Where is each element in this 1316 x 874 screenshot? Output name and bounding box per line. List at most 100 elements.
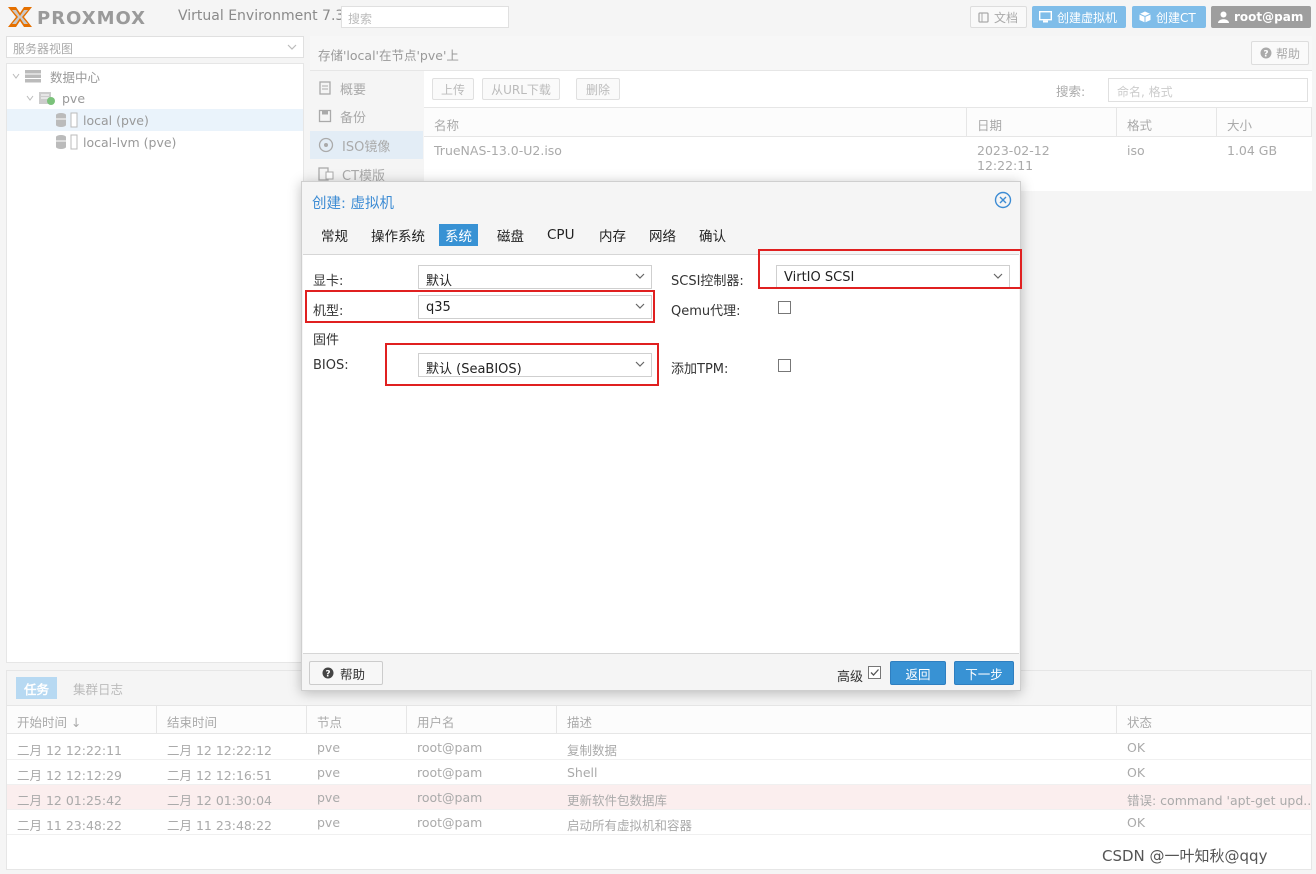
upload-button[interactable]: 上传 [432, 78, 474, 100]
user-menu-button[interactable]: root@pam [1211, 6, 1311, 28]
floppy-icon [318, 109, 332, 123]
advanced-checkbox[interactable] [868, 666, 881, 679]
question-icon: ? [1260, 47, 1272, 59]
datacenter-icon [24, 69, 42, 83]
subnav-iso[interactable]: ISO镜像 [310, 131, 423, 159]
tab-cluster-log[interactable]: 集群日志 [65, 677, 131, 699]
qemu-agent-checkbox[interactable] [778, 301, 791, 314]
tab-system[interactable]: 系统 [439, 224, 478, 246]
iso-row-size: 1.04 GB [1227, 143, 1278, 158]
chevron-down-icon [993, 273, 1003, 279]
task-row-error[interactable]: 二月 12 01:25:42 二月 12 01:30:04 pve root@p… [7, 785, 1311, 810]
create-vm-button[interactable]: 创建虚拟机 [1032, 6, 1126, 28]
iso-grid-panel: 上传 从URL下载 删除 搜索: 命名, 格式 名称 日期 格式 大小 True… [424, 71, 1312, 191]
question-icon: ? [322, 667, 334, 679]
top-bar: PROXMOX Virtual Environment 7.3-3 搜索 文档 … [0, 0, 1316, 34]
task-col-user[interactable]: 用户名 [407, 706, 557, 734]
task-col-description[interactable]: 描述 [557, 706, 1117, 734]
create-ct-button[interactable]: 创建CT [1132, 6, 1206, 28]
tab-memory[interactable]: 内存 [593, 224, 632, 246]
task-col-end[interactable]: 结束时间 [157, 706, 307, 734]
storage-icon [55, 134, 79, 150]
task-panel: 任务 集群日志 开始时间 ↓ 结束时间 节点 用户名 描述 状态 二月 12 1… [6, 670, 1312, 870]
scsi-label: SCSI控制器: [671, 274, 744, 289]
svg-text:?: ? [325, 670, 330, 680]
advanced-label: 高级 [837, 670, 864, 685]
firmware-heading: 固件 [313, 333, 340, 348]
tab-cpu[interactable]: CPU [541, 224, 580, 246]
iso-row-format: iso [1127, 143, 1145, 158]
tree-item-datacenter[interactable]: 数据中心 [7, 65, 303, 87]
column-header-format[interactable]: 格式 [1117, 107, 1217, 137]
scsi-select[interactable]: VirtIO SCSI [776, 265, 1010, 289]
book-icon [978, 11, 989, 23]
tab-tasks[interactable]: 任务 [16, 677, 58, 699]
chevron-down-icon [287, 44, 297, 50]
monitor-icon [1039, 11, 1052, 23]
svg-text:PROXMOX: PROXMOX [37, 8, 146, 29]
dialog-help-button[interactable]: ? 帮助 [309, 661, 383, 685]
book-icon [318, 81, 332, 95]
column-header-size[interactable]: 大小 [1217, 107, 1312, 137]
version-text: Virtual Environment 7.3-3 [178, 8, 359, 24]
iso-row-date: 2023-02-12 12:22:11 [977, 143, 1050, 173]
task-row[interactable]: 二月 12 12:12:29 二月 12 12:16:51 pve root@p… [7, 760, 1311, 785]
user-icon [1218, 11, 1229, 23]
grid-search-label: 搜索: [1056, 84, 1086, 99]
task-col-node[interactable]: 节点 [307, 706, 407, 734]
tree-item-local-lvm[interactable]: local-lvm (pve) [7, 131, 303, 153]
bios-label: BIOS: [313, 358, 349, 373]
tree-item-local[interactable]: local (pve) [7, 109, 303, 131]
tab-network[interactable]: 网络 [643, 224, 682, 246]
column-header-name[interactable]: 名称 [424, 107, 967, 137]
disc-icon [318, 137, 334, 153]
back-button[interactable]: 返回 [890, 661, 946, 685]
qemu-agent-label: Qemu代理: [671, 304, 741, 319]
machine-select[interactable]: q35 [418, 295, 652, 319]
chevron-down-icon [635, 273, 645, 279]
close-icon[interactable] [994, 191, 1012, 209]
task-row[interactable]: 二月 11 23:48:22 二月 11 23:48:22 pve root@p… [7, 810, 1311, 835]
graphics-select[interactable]: 默认 [418, 265, 652, 289]
next-button[interactable]: 下一步 [954, 661, 1014, 685]
dialog-title: 创建: 虚拟机 [312, 196, 394, 212]
watermark-text: CSDN @一叶知秋@qqy [1102, 847, 1268, 865]
storage-icon [55, 112, 79, 128]
bios-select[interactable]: 默认 (SeaBIOS) [418, 353, 652, 377]
tab-disks[interactable]: 磁盘 [491, 224, 530, 246]
iso-row-name[interactable]: TrueNAS-13.0-U2.iso [424, 137, 967, 163]
server-view-select[interactable]: 服务器视图 [6, 36, 304, 58]
chevron-down-icon [635, 361, 645, 367]
template-icon [318, 167, 334, 181]
tab-os[interactable]: 操作系统 [365, 224, 431, 246]
tpm-label: 添加TPM: [671, 362, 729, 377]
subnav-backup[interactable]: 备份 [310, 102, 423, 130]
delete-button[interactable]: 删除 [576, 78, 620, 100]
resource-tree: 数据中心 pve local (pve) local-lvm (pve) [6, 63, 304, 663]
download-url-button[interactable]: 从URL下载 [482, 78, 560, 100]
global-search-input[interactable]: 搜索 [341, 6, 509, 28]
cube-icon [1139, 11, 1151, 23]
help-button[interactable]: ? 帮助 [1251, 41, 1309, 65]
svg-text:?: ? [1263, 50, 1268, 60]
task-col-status[interactable]: 状态 [1117, 706, 1311, 734]
task-row[interactable]: 二月 12 12:22:11 二月 12 12:22:12 pve root@p… [7, 735, 1311, 760]
tpm-checkbox[interactable] [778, 359, 791, 372]
collapse-arrow-icon [12, 72, 20, 80]
tree-item-pve[interactable]: pve [7, 87, 303, 109]
tab-general[interactable]: 常规 [315, 224, 354, 246]
dialog-body: 显卡: 默认 机型: q35 固件 BIOS: 默认 (SeaBIOS) SCS… [303, 249, 1022, 654]
task-col-start[interactable]: 开始时间 ↓ [7, 706, 157, 734]
proxmox-logo: PROXMOX [6, 4, 176, 30]
subnav-summary[interactable]: 概要 [310, 74, 423, 102]
create-vm-dialog: 创建: 虚拟机 常规 操作系统 系统 磁盘 CPU 内存 网络 确认 显卡: 默… [301, 181, 1022, 691]
collapse-arrow-icon [26, 94, 34, 102]
chevron-down-icon [635, 303, 645, 309]
content-header: 存储'local'在节点'pve'上 [310, 36, 1312, 71]
storage-subnav: 概要 备份 ISO镜像 CT模版 [310, 71, 423, 191]
grid-search-input[interactable]: 命名, 格式 [1108, 78, 1308, 102]
column-header-date[interactable]: 日期 [967, 107, 1117, 137]
content-title: 存储'local'在节点'pve'上 [318, 48, 459, 63]
docs-button[interactable]: 文档 [970, 6, 1027, 28]
tab-confirm[interactable]: 确认 [693, 224, 732, 246]
